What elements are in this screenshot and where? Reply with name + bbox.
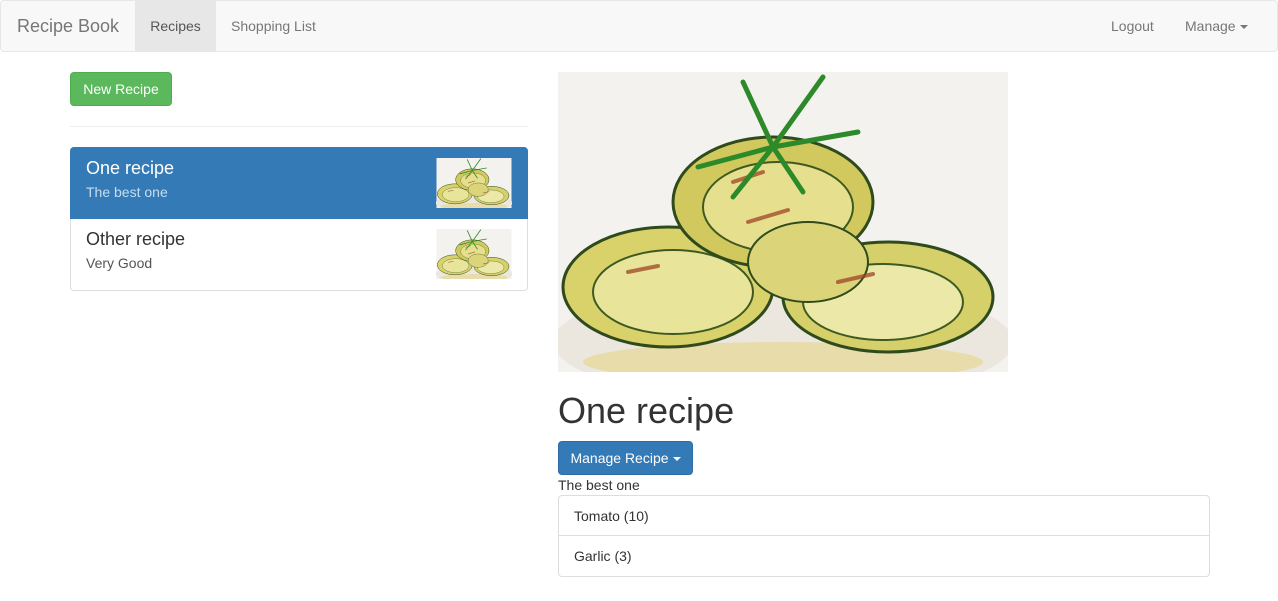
ingredients-list: Tomato (10) Garlic (3) [558,495,1210,577]
ingredient-item[interactable]: Garlic (3) [558,536,1210,577]
top-navbar: Recipe Book Recipes Shopping List Logout… [0,0,1278,52]
recipe-item-name: Other recipe [86,229,186,249]
recipe-item-description: Very Good [86,255,153,271]
recipe-description: The best one [558,477,640,493]
nav-logout[interactable]: Logout [1096,1,1169,51]
caret-down-icon [672,457,681,462]
new-recipe-button[interactable]: New Recipe [70,72,172,106]
recipe-list-item[interactable]: Other recipe Very Good [70,219,528,291]
recipe-title: One recipe [558,390,735,431]
nav-recipes[interactable]: Recipes [135,1,216,51]
nav-manage-dropdown[interactable]: Manage [1170,1,1263,51]
recipe-item-name: One recipe [86,158,175,178]
manage-recipe-button[interactable]: Manage Recipe [558,441,693,475]
recipe-list-item[interactable]: One recipe The best one [70,147,528,219]
recipe-image [558,72,1008,372]
divider [70,126,528,127]
recipe-thumbnail [436,229,512,279]
nav-manage-label: Manage [1185,18,1236,34]
ingredient-item[interactable]: Tomato (10) [558,495,1210,536]
brand-link[interactable]: Recipe Book [17,16,119,37]
manage-recipe-label: Manage Recipe [570,450,669,466]
caret-down-icon [1239,25,1248,30]
recipe-thumbnail [436,158,512,208]
nav-shopping-list[interactable]: Shopping List [216,1,331,51]
recipe-item-description: The best one [86,184,168,200]
